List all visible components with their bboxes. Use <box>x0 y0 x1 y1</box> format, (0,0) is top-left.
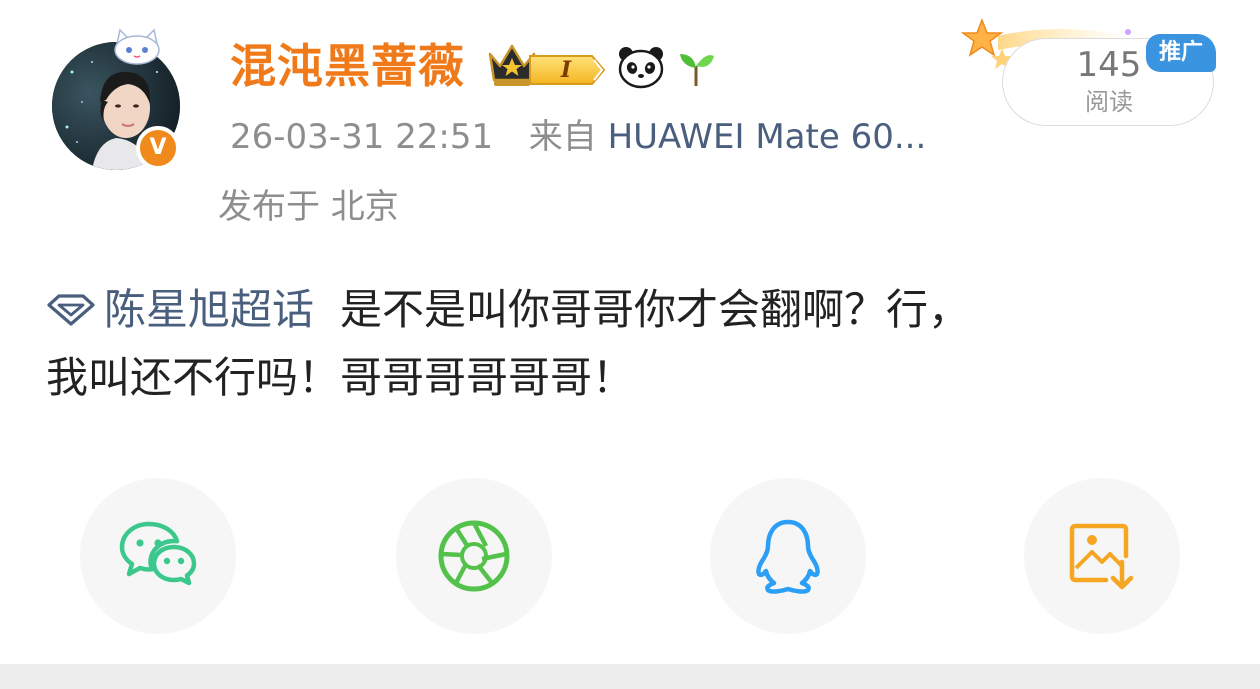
qq-icon <box>756 519 820 594</box>
wechat-icon <box>119 521 197 586</box>
username[interactable]: 混沌黑蔷薇 <box>230 38 465 94</box>
post-content: 陈星旭超话 是不是叫你哥哥你才会翻啊？行， 我叫还不行吗！哥哥哥哥哥哥！ <box>46 276 1226 412</box>
device-name[interactable]: HUAWEI Mate 60... <box>608 117 927 157</box>
share-qq-button[interactable] <box>710 478 866 634</box>
topic-name: 陈星旭超话 <box>104 285 315 334</box>
level-badge[interactable]: I <box>528 52 608 88</box>
read-label: 阅读 <box>1085 88 1133 116</box>
verified-v-icon: V <box>136 126 180 170</box>
topic-link[interactable]: 陈星旭超话 <box>46 285 340 334</box>
post-text-line2: 我叫还不行吗！哥哥哥哥哥哥！ <box>46 353 635 402</box>
share-moments-button[interactable] <box>396 478 552 634</box>
save-image-button[interactable] <box>1024 478 1180 634</box>
cat-pendant-icon <box>110 26 164 66</box>
source-prefix: 来自 <box>528 117 597 157</box>
save-image-icon <box>1069 523 1134 590</box>
post-text-line1: 是不是叫你哥哥你才会翻啊？行， <box>340 285 971 334</box>
location: 发布于 北京 <box>218 187 399 227</box>
timestamp: 26-03-31 22:51 <box>230 117 494 157</box>
promote-badge[interactable]: 推广 <box>1146 34 1216 72</box>
diamond-topic-icon <box>47 294 95 326</box>
weibo-post-card: V 混沌黑蔷薇 I 26-03-31 22:51 来自 HUAWEI Mate … <box>0 0 1260 689</box>
bottom-divider <box>0 664 1260 689</box>
panda-icon <box>616 44 666 94</box>
post-meta: 26-03-31 22:51 来自 HUAWEI Mate 60... <box>230 110 926 164</box>
level-number: I <box>560 57 572 83</box>
sprout-icon <box>676 48 716 92</box>
share-wechat-button[interactable] <box>80 478 236 634</box>
moments-icon <box>438 520 510 592</box>
avatar[interactable]: V <box>52 28 184 174</box>
